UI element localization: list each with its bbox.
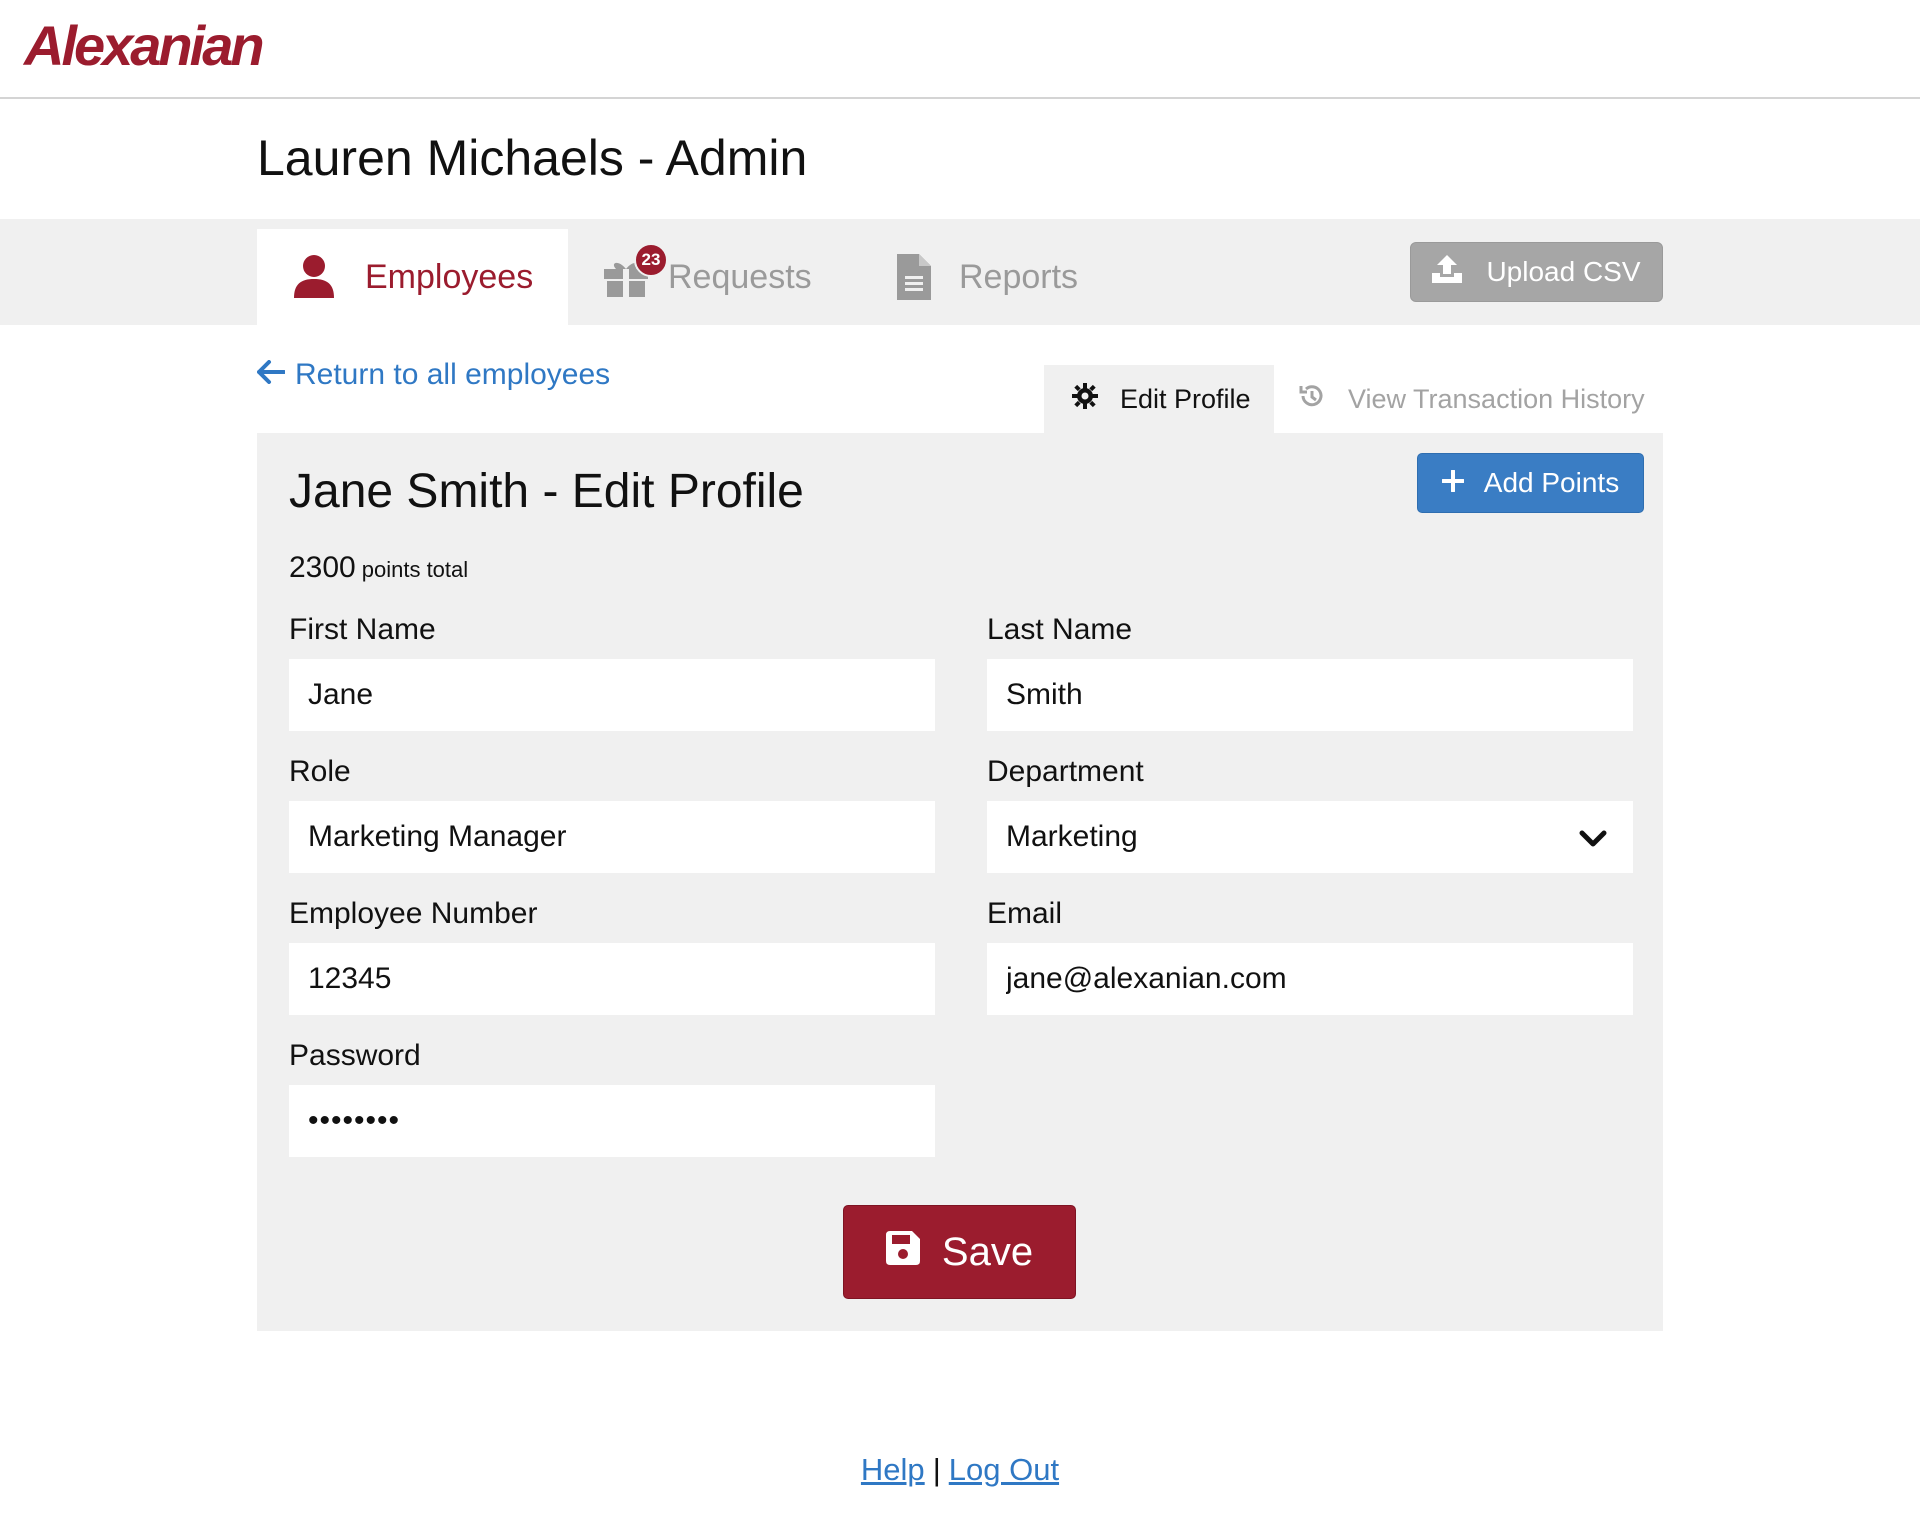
- department-value: Marketing: [1006, 820, 1138, 853]
- department-select[interactable]: Marketing: [987, 801, 1633, 873]
- first-name-field[interactable]: [289, 659, 935, 731]
- email-label: Email: [987, 897, 1063, 930]
- upload-icon: [1432, 254, 1463, 290]
- save-label: Save: [941, 1229, 1034, 1274]
- tab-employees-label: Employees: [365, 257, 534, 296]
- tab-edit-profile-label: Edit Profile: [1120, 383, 1251, 414]
- password-label: Password: [289, 1039, 421, 1072]
- return-link-label: Return to all employees: [295, 358, 611, 391]
- employee-number-label: Employee Number: [289, 897, 538, 930]
- page-title: Lauren Michaels - Admin: [257, 130, 808, 186]
- gift-icon: 23: [604, 243, 668, 297]
- user-icon: [293, 254, 335, 300]
- points-unit: points total: [361, 557, 469, 582]
- save-button[interactable]: Save: [843, 1205, 1076, 1299]
- add-points-label: Add Points: [1483, 467, 1620, 498]
- chevron-down-icon: [1579, 823, 1607, 857]
- department-label: Department: [987, 755, 1144, 788]
- edit-profile-heading: Jane Smith - Edit Profile: [289, 465, 804, 518]
- plus-icon: [1440, 467, 1465, 499]
- log-out-link[interactable]: Log Out: [949, 1452, 1059, 1487]
- add-points-button[interactable]: Add Points: [1417, 453, 1644, 513]
- role-field[interactable]: [289, 801, 935, 873]
- points-value: 2300: [289, 551, 356, 584]
- tab-view-transaction-history[interactable]: View Transaction History: [1298, 365, 1668, 433]
- tab-reports-label: Reports: [959, 257, 1079, 296]
- tab-employees[interactable]: Employees: [257, 229, 568, 325]
- return-to-employees-link[interactable]: Return to all employees: [257, 358, 610, 392]
- floppy-disk-icon: [885, 1230, 920, 1275]
- gear-icon: [1072, 382, 1098, 416]
- footer: Help | Log Out: [0, 1452, 1920, 1488]
- upload-csv-button[interactable]: Upload CSV: [1410, 242, 1663, 302]
- upload-csv-label: Upload CSV: [1486, 256, 1641, 287]
- document-icon: [897, 254, 931, 300]
- help-link[interactable]: Help: [861, 1452, 925, 1487]
- requests-count-badge: 23: [634, 243, 668, 277]
- alexanian-logo[interactable]: Alexanian: [24, 16, 265, 76]
- tab-requests-label: Requests: [668, 257, 812, 296]
- last-name-label: Last Name: [987, 613, 1133, 646]
- password-field[interactable]: ••••••••: [289, 1085, 935, 1157]
- arrow-left-icon: [257, 358, 286, 392]
- history-icon: [1298, 382, 1326, 417]
- email-field[interactable]: [987, 943, 1633, 1015]
- tab-edit-profile[interactable]: Edit Profile: [1044, 365, 1274, 433]
- employee-number-field[interactable]: [289, 943, 935, 1015]
- top-bar: Alexanian: [0, 0, 1920, 99]
- last-name-field[interactable]: [987, 659, 1633, 731]
- tab-requests[interactable]: 23 Requests: [604, 229, 844, 325]
- points-total: 2300 points total: [289, 551, 468, 585]
- role-label: Role: [289, 755, 351, 788]
- tab-view-transaction-history-label: View Transaction History: [1348, 383, 1645, 414]
- first-name-label: First Name: [289, 613, 436, 646]
- tab-reports[interactable]: Reports: [897, 229, 1137, 325]
- footer-separator: |: [932, 1452, 941, 1487]
